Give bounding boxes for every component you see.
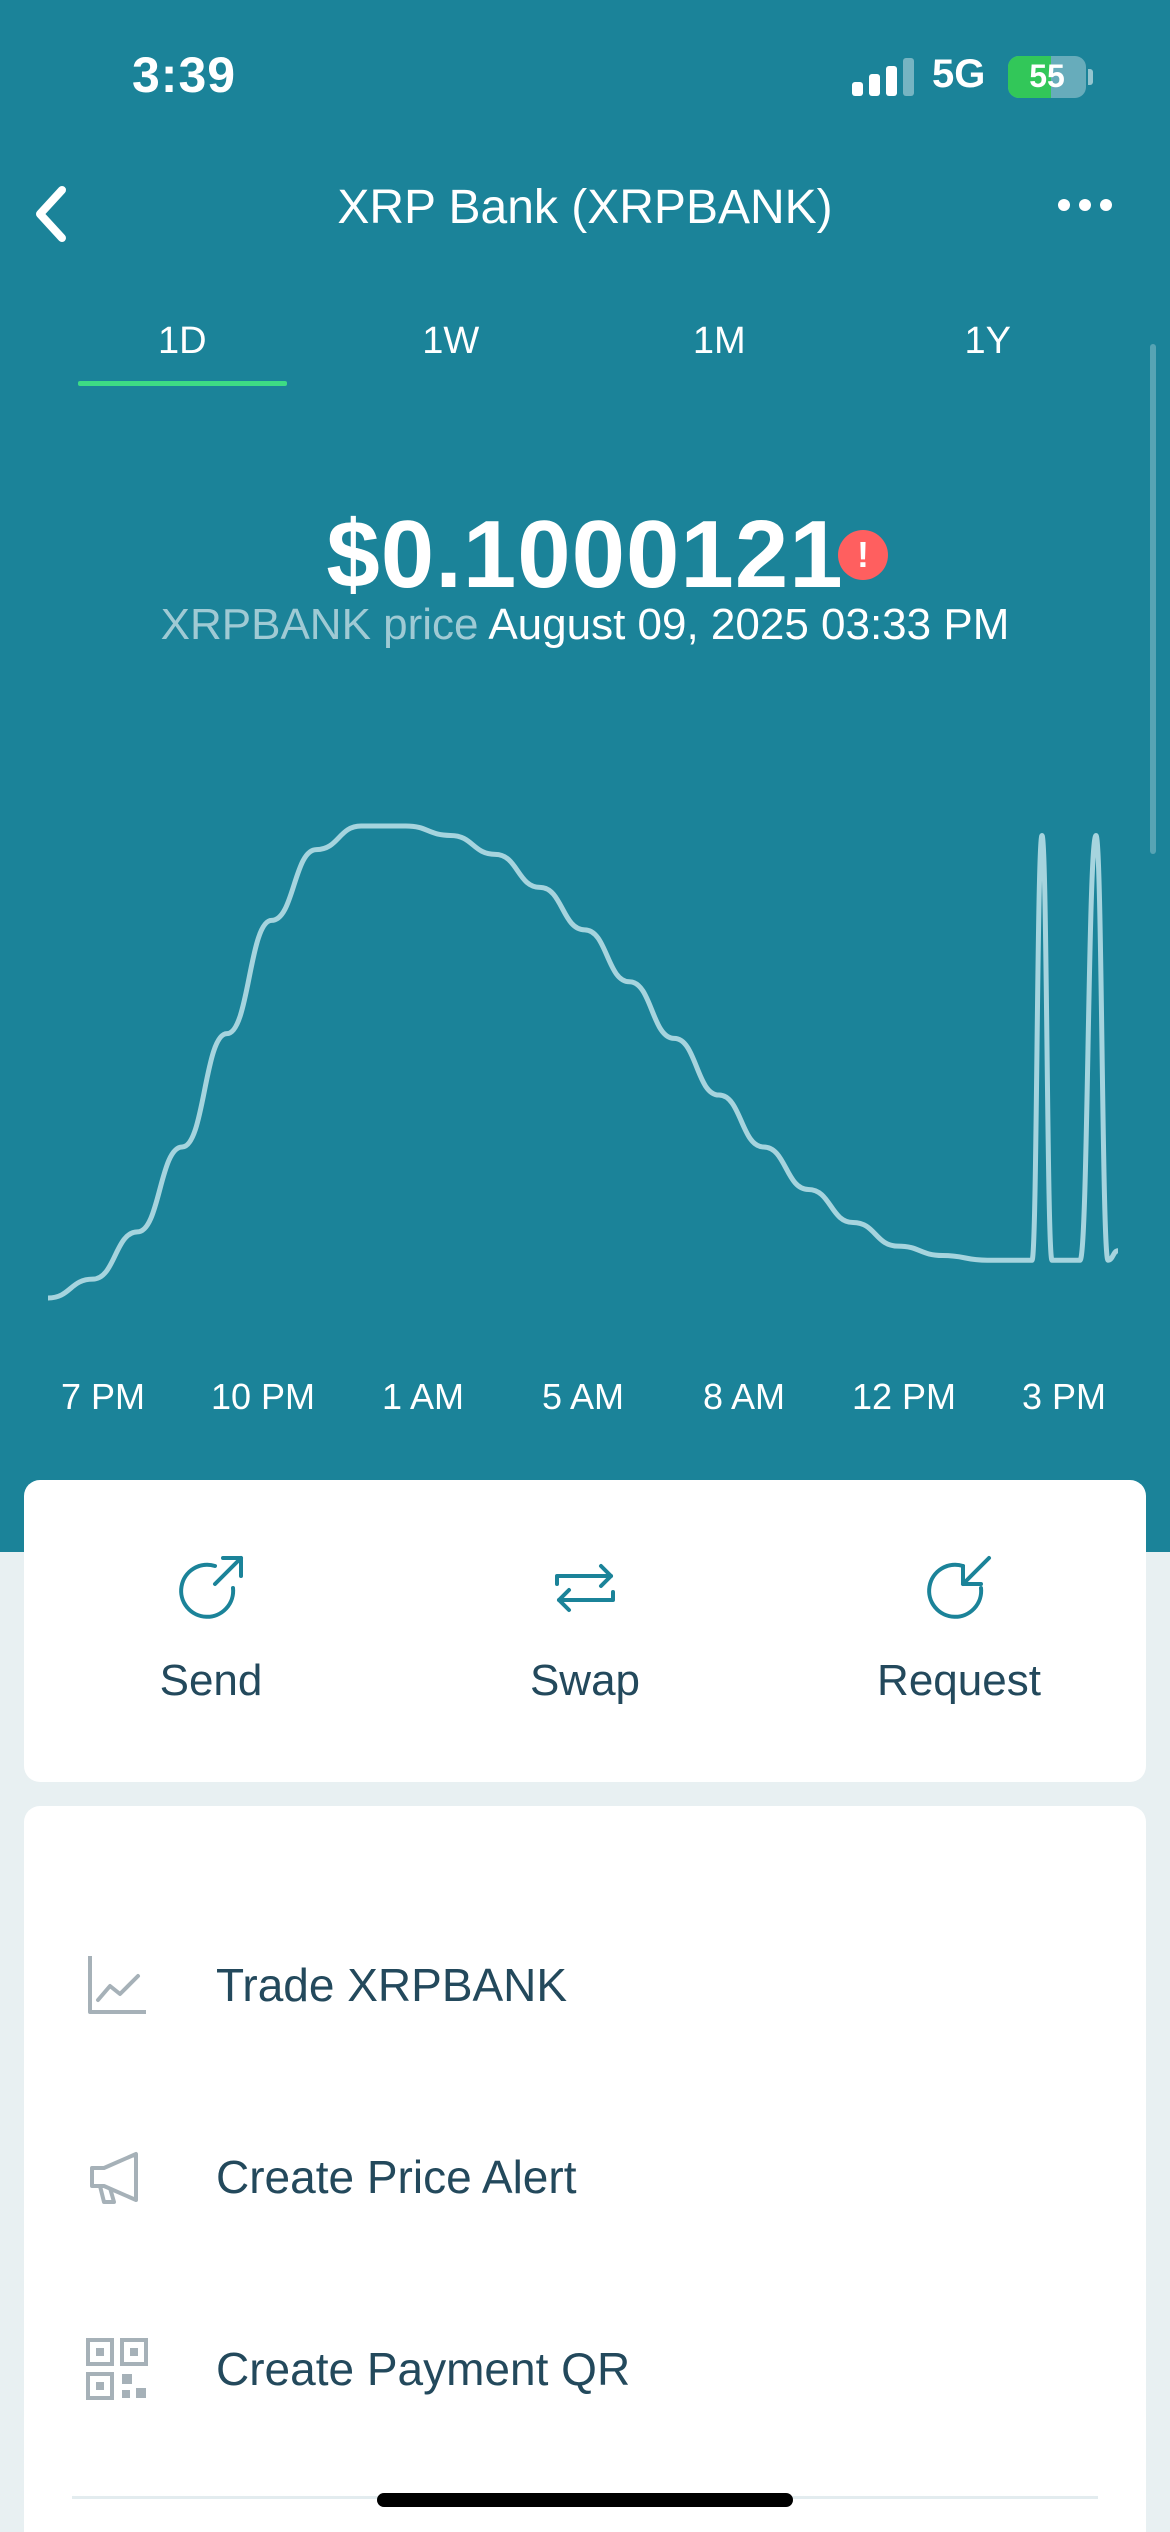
battery-tip — [1088, 69, 1093, 85]
request-icon — [927, 1556, 991, 1619]
signal-icon — [852, 58, 916, 96]
swap-label: Swap — [529, 1656, 641, 1705]
x-tick-label: 1 AM — [381, 1376, 465, 1417]
x-tick-label: 5 AM — [541, 1376, 625, 1417]
qr-code-icon — [86, 2338, 148, 2400]
price-row: $0.1000121 — [0, 500, 1170, 610]
request-label: Request — [877, 1656, 1041, 1705]
request-button[interactable]: Request — [772, 1480, 1146, 1782]
options-card: Trade XRPBANK Create Price Alert Create … — [24, 1806, 1146, 2532]
x-tick-label: 7 PM — [60, 1376, 146, 1417]
actions-card: Send Swap Request — [24, 1480, 1146, 1782]
status-time: 3:39 — [132, 47, 237, 103]
trade-menu-item[interactable]: Trade XRPBANK — [24, 1908, 1146, 2058]
price-timestamp: August 09, 2025 03:33 PM — [488, 600, 1010, 649]
alert-icon[interactable]: ! — [838, 530, 888, 580]
price-alert-menu-item[interactable]: Create Price Alert — [24, 2100, 1146, 2250]
tab-1m[interactable]: 1M — [585, 312, 854, 388]
swap-button[interactable]: Swap — [398, 1480, 772, 1782]
megaphone-icon — [90, 2152, 138, 2204]
trade-label: Trade XRPBANK — [216, 1959, 568, 2011]
price-alert-label: Create Price Alert — [216, 2151, 577, 2203]
payment-qr-menu-item[interactable]: Create Payment QR — [24, 2292, 1146, 2442]
price-chart[interactable] — [0, 760, 1170, 1360]
x-tick-label: 8 AM — [702, 1376, 786, 1417]
trend-chart-icon — [88, 1956, 146, 2014]
page-title: XRP Bank (XRPBANK) — [337, 181, 833, 234]
battery-level: 55 — [1029, 58, 1065, 94]
ellipsis-icon — [1058, 199, 1112, 211]
send-icon — [179, 1556, 243, 1619]
x-tick-label: 3 PM — [1021, 1376, 1107, 1417]
price-series-line — [47, 823, 1119, 1301]
more-button[interactable] — [1050, 180, 1120, 230]
x-tick-label: 10 PM — [210, 1376, 316, 1417]
tab-1d[interactable]: 1D — [48, 312, 317, 388]
send-button[interactable]: Send — [24, 1480, 398, 1782]
home-indicator[interactable] — [377, 2493, 793, 2507]
network-type: 5G — [932, 52, 986, 96]
price-value: $0.1000121 — [326, 501, 844, 608]
tab-1w[interactable]: 1W — [317, 312, 586, 388]
payment-qr-label: Create Payment QR — [216, 2343, 631, 2395]
chart-x-axis: 7 PM 10 PM 1 AM 5 AM 8 AM 12 PM 3 PM — [0, 1376, 1170, 1426]
range-tabs: 1D 1W 1M 1Y — [48, 312, 1122, 388]
send-label: Send — [159, 1656, 263, 1705]
swap-icon — [555, 1564, 615, 1612]
battery-icon: 55 — [1008, 56, 1086, 98]
tab-1y[interactable]: 1Y — [854, 312, 1123, 388]
price-label: XRPBANK price — [160, 600, 479, 649]
x-tick-label: 12 PM — [851, 1376, 957, 1417]
price-subtitle: XRPBANK price August 09, 2025 03:33 PM — [0, 600, 1170, 650]
